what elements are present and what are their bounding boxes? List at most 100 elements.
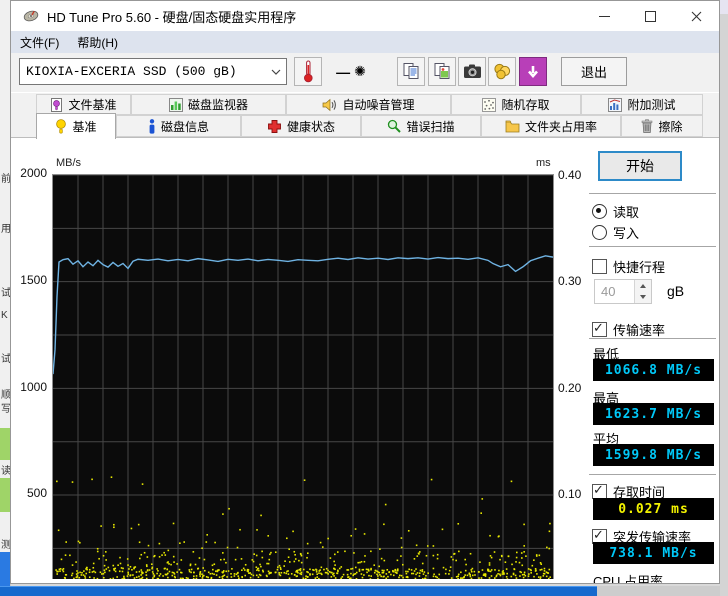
- background-text-fragment: K: [1, 310, 8, 321]
- tab-label: 文件基准: [68, 98, 117, 112]
- camera-icon: [463, 64, 481, 78]
- close-icon: [691, 11, 701, 21]
- y-tick-1500: 1500: [20, 273, 47, 287]
- menu-file[interactable]: 文件(F): [11, 31, 68, 53]
- y-tick-1000: 1000: [20, 380, 47, 394]
- y-tick-500: 500: [26, 486, 47, 500]
- tab-label: 文件夹占用率: [524, 119, 597, 134]
- extra-tests-icon: [608, 97, 623, 112]
- transfer-rate-row[interactable]: 传输速率: [592, 320, 665, 339]
- menu-help[interactable]: 帮助(H): [68, 31, 127, 53]
- folder-usage-icon: [505, 120, 520, 132]
- spinner-down-button[interactable]: [635, 292, 651, 304]
- read-label: 读取: [613, 205, 640, 220]
- short-stroke-unit: gB: [667, 283, 685, 299]
- download-icon: [528, 65, 538, 78]
- tab-label: 自动噪音管理: [342, 98, 415, 112]
- short-stroke-row[interactable]: 快捷行程: [592, 257, 665, 276]
- copy-text-button[interactable]: [397, 57, 425, 86]
- background-taskbar-blue: [0, 586, 597, 596]
- short-stroke-label: 快捷行程: [613, 260, 666, 275]
- benchmark-plot: [52, 174, 554, 579]
- tab-label: 健康状态: [286, 119, 335, 134]
- read-radio-row[interactable]: 读取: [592, 202, 639, 221]
- titlebar: HD Tune Pro 5.60 - 硬盘/固态硬盘实用程序: [11, 1, 719, 31]
- tab-label: 随机存取: [501, 98, 550, 112]
- temperature-button[interactable]: [294, 57, 322, 86]
- screen: 前用试K试顺写读测 HD Tune Pro 5.60 - 硬盘/固态硬盘实用程序: [0, 0, 728, 596]
- minimize-icon: [598, 15, 610, 17]
- read-radio[interactable]: [592, 204, 607, 219]
- update-download-button[interactable]: [519, 57, 547, 86]
- ms-tick-040: 0.40: [558, 168, 582, 182]
- tab-health-status[interactable]: 健康状态: [241, 115, 361, 137]
- tab-label: 附加测试: [627, 98, 676, 112]
- tab-benchmark[interactable]: 基准: [36, 113, 116, 139]
- spinner-up-button[interactable]: [635, 280, 651, 292]
- file-benchmark-icon: [51, 97, 63, 112]
- tab-label: 错误扫描: [406, 119, 455, 134]
- y-tick-2000: 2000: [20, 166, 47, 180]
- copy-image-button[interactable]: [428, 57, 456, 86]
- tab-label: 基准: [72, 120, 97, 134]
- background-right-strip: [720, 14, 728, 596]
- access-time-checkbox[interactable]: [592, 482, 607, 499]
- close-button[interactable]: [673, 1, 719, 31]
- background-green-block: [0, 428, 10, 460]
- disk-monitor-icon: [168, 97, 183, 112]
- divider: [589, 193, 716, 194]
- maximize-button[interactable]: [627, 1, 673, 31]
- background-bottom-gray: [597, 586, 728, 596]
- divider: [589, 246, 716, 247]
- ms-tick-020: 0.20: [558, 381, 582, 395]
- cpu-usage-label: CPU 占用率: [593, 574, 664, 584]
- tab-error-scan[interactable]: 错误扫描: [361, 115, 481, 137]
- tab-noise-management[interactable]: 自动噪音管理: [286, 94, 451, 115]
- write-radio-row[interactable]: 写入: [592, 223, 639, 242]
- start-button[interactable]: 开始: [598, 151, 682, 181]
- benchmark-plot-svg: [53, 175, 553, 579]
- window-title: HD Tune Pro 5.60 - 硬盘/固态硬盘实用程序: [47, 9, 297, 25]
- hdtune-window: HD Tune Pro 5.60 - 硬盘/固态硬盘实用程序 文件(F) 帮助(…: [10, 0, 720, 584]
- benchmark-lamp-icon: [56, 119, 67, 134]
- screenshot-button[interactable]: [458, 57, 486, 86]
- tabstrip: 文件基准 磁盘监视器 自动噪音管理 随机存取 附加测试 基准 磁盘信息 健康状态…: [11, 93, 719, 139]
- tab-erase[interactable]: 擦除: [621, 115, 703, 137]
- avg-value-display: 1599.8 MB/s: [593, 444, 714, 466]
- tab-extra-tests[interactable]: 附加测试: [581, 94, 703, 115]
- temperature-unit-glyph: ✺: [354, 63, 366, 79]
- tab-folder-usage[interactable]: 文件夹占用率: [481, 115, 621, 137]
- tab-random-access[interactable]: 随机存取: [451, 94, 581, 115]
- short-stroke-spinner[interactable]: 40: [594, 279, 652, 304]
- coins-icon: [493, 63, 510, 80]
- tab-disk-monitor[interactable]: 磁盘监视器: [131, 94, 286, 115]
- tab-file-benchmark[interactable]: 文件基准: [36, 94, 131, 115]
- y-left-axis-title: MB/s: [56, 157, 82, 169]
- transfer-rate-checkbox[interactable]: [592, 320, 607, 337]
- maximize-icon: [644, 10, 656, 22]
- exit-button[interactable]: 退出: [561, 57, 627, 86]
- temperature-display: — ✺: [329, 57, 373, 86]
- write-radio[interactable]: [592, 225, 607, 240]
- y-right-axis-title: ms: [536, 157, 551, 169]
- register-button[interactable]: [488, 57, 516, 86]
- random-access-icon: [482, 97, 497, 112]
- max-value-display: 1623.7 MB/s: [593, 403, 714, 425]
- divider: [589, 338, 716, 339]
- harddisk-logo-icon: [23, 8, 39, 24]
- drive-selector[interactable]: KIOXIA-EXCERIA SSD (500 gB): [19, 58, 287, 85]
- short-stroke-checkbox[interactable]: [592, 259, 607, 274]
- error-scan-icon: [388, 119, 402, 133]
- noise-management-icon: [323, 98, 337, 111]
- background-green-block: [0, 478, 10, 512]
- menubar: 文件(F) 帮助(H): [11, 31, 719, 54]
- background-top-right: [720, 0, 728, 14]
- thermometer-icon: [303, 60, 313, 83]
- ms-tick-030: 0.30: [558, 274, 582, 288]
- tab-disk-info[interactable]: 磁盘信息: [116, 115, 241, 137]
- minimize-button[interactable]: [581, 1, 627, 31]
- benchmark-content: MB/s ms 2000 1500 1000 500 0.40 0.30 0.2…: [11, 138, 719, 584]
- write-label: 写入: [613, 226, 640, 241]
- transfer-rate-label: 传输速率: [613, 323, 666, 338]
- copy-text-icon: [403, 63, 418, 79]
